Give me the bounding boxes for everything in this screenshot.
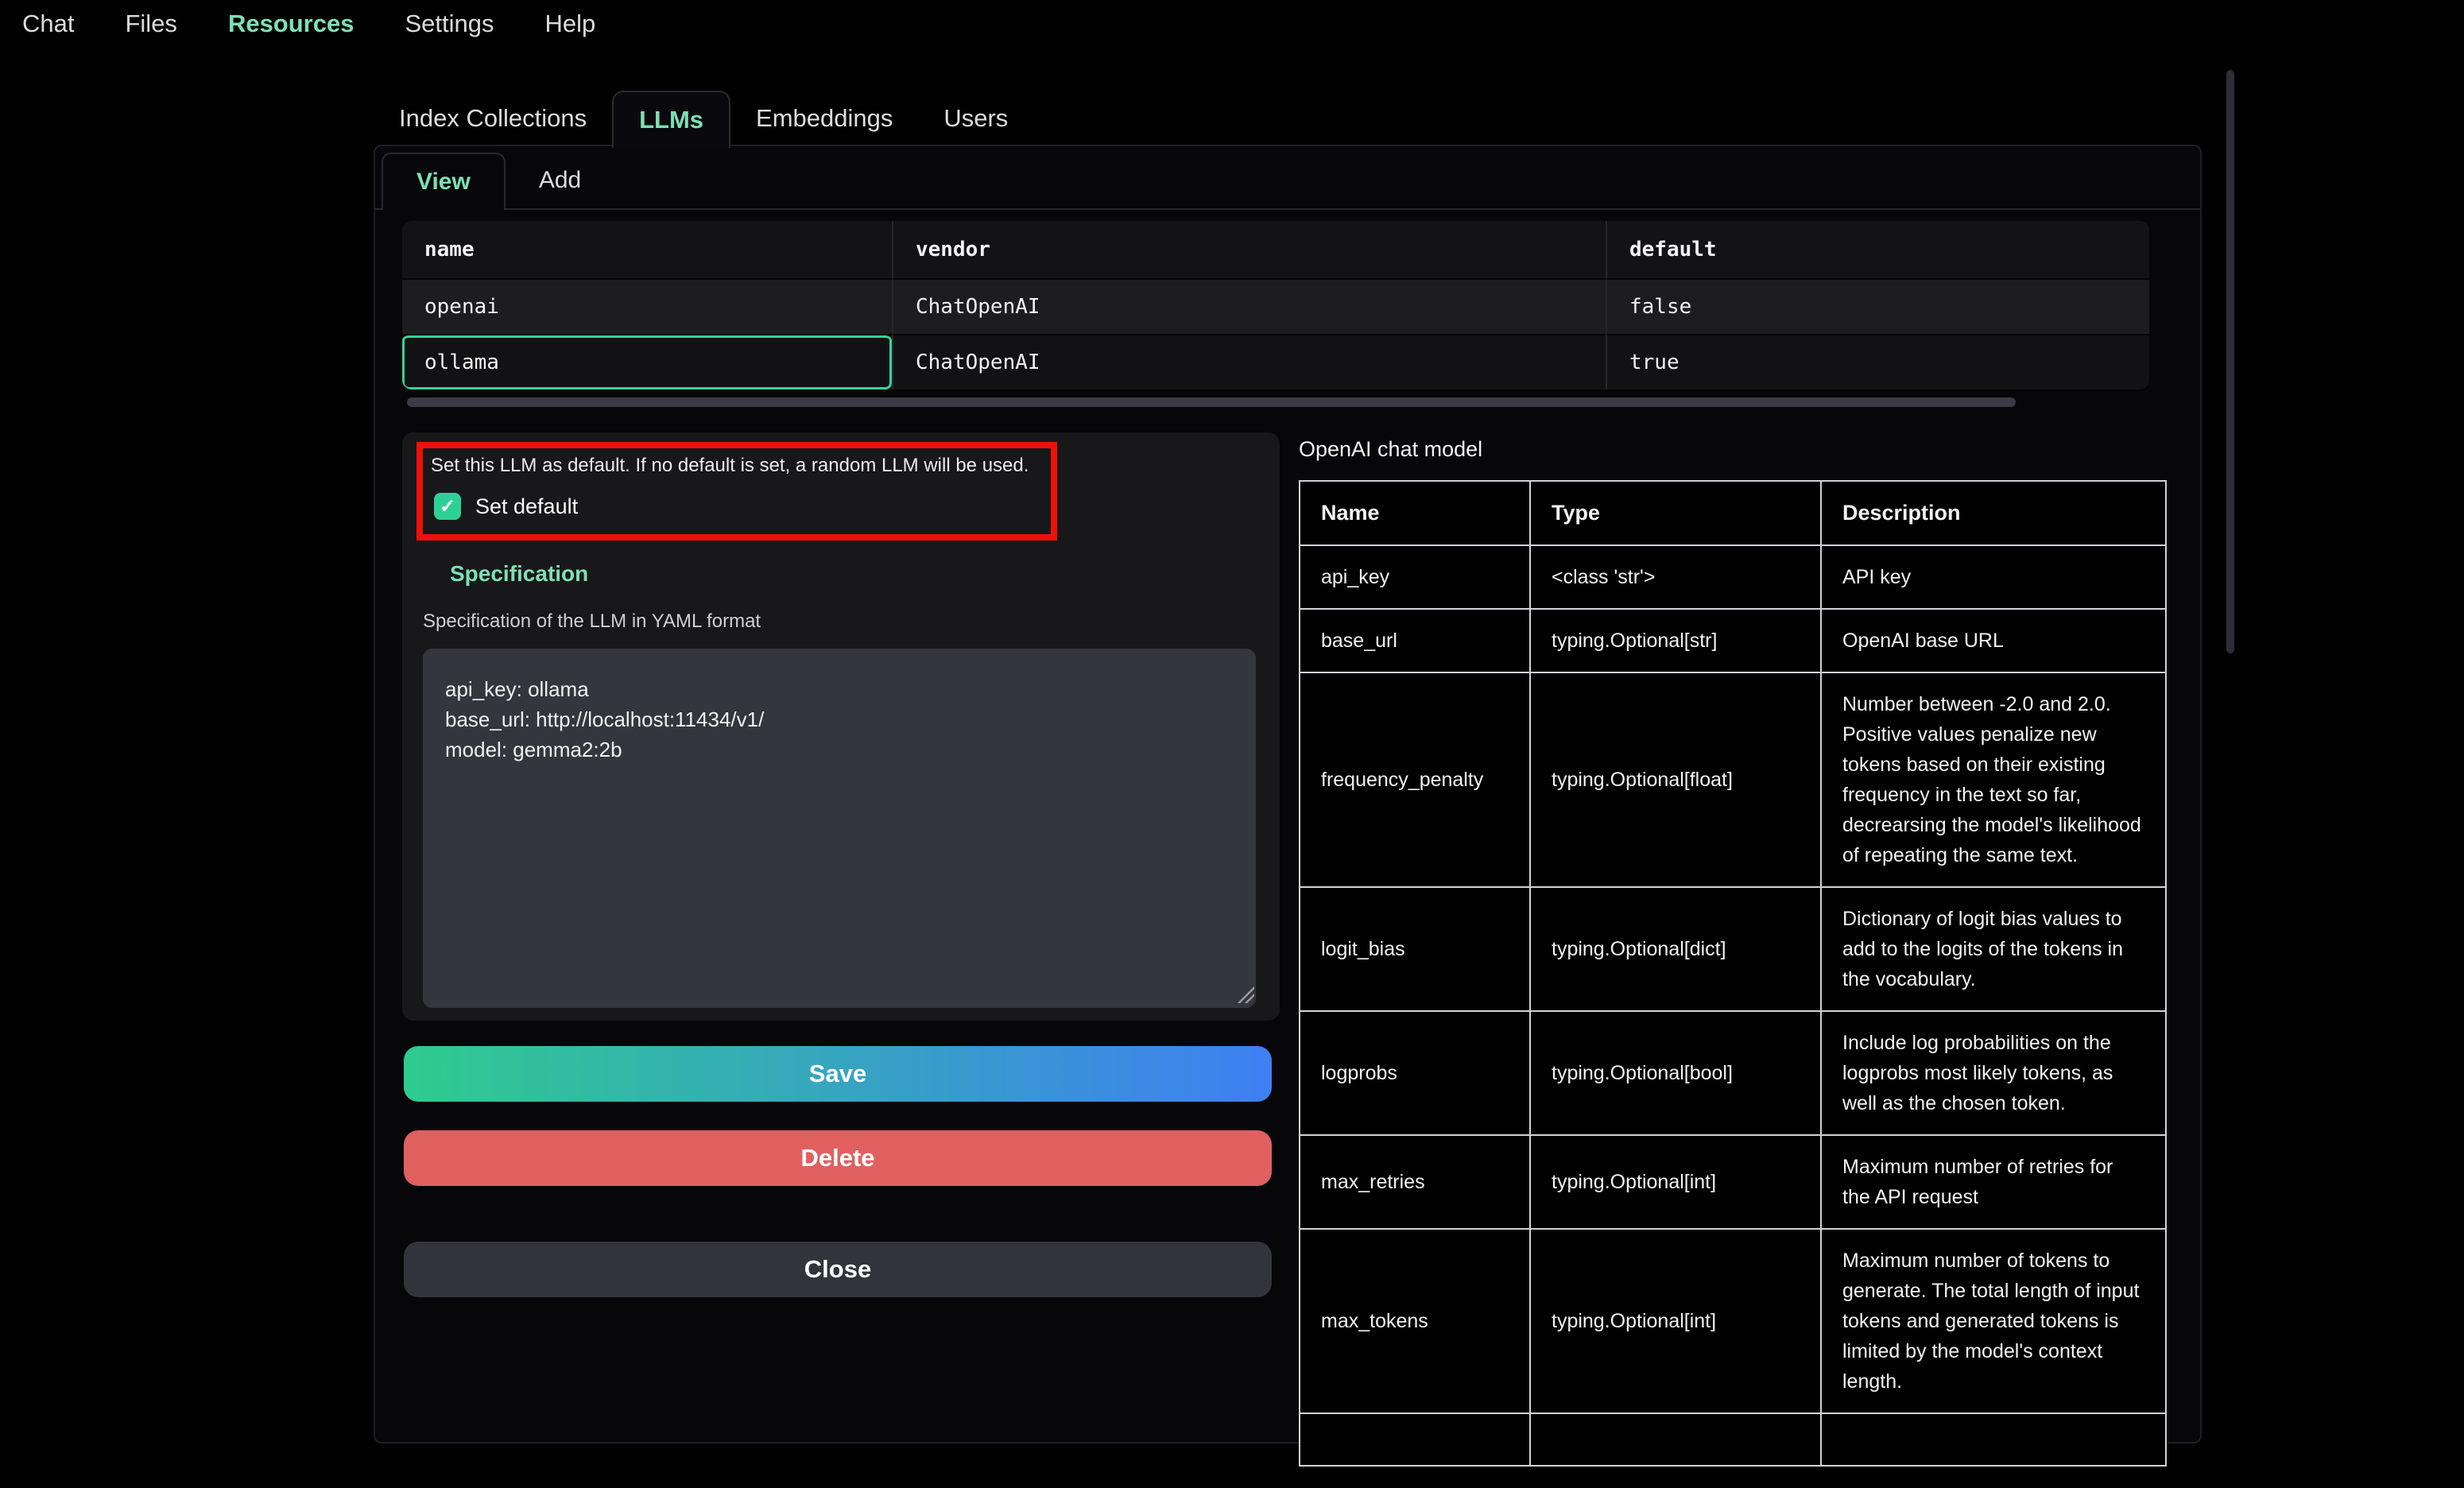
model-schema-table: Name Type Description api_key <class 'st… (1299, 480, 2167, 1467)
schema-cell-name: logprobs (1300, 1011, 1530, 1135)
main-tab-bar: Index Collections LLMs Embeddings Users (374, 91, 1033, 146)
default-note: Set this LLM as default. If no default i… (431, 455, 1035, 477)
set-default-label: Set default (475, 494, 578, 519)
schema-cell-type: typing.Optional[int] (1530, 1229, 1821, 1413)
schema-cell-name: logit_bias (1300, 887, 1530, 1011)
schema-cell-description (1821, 1413, 2166, 1466)
llm-row-ollama-vendor[interactable]: ChatOpenAI (892, 334, 1606, 389)
subtab-view[interactable]: View (382, 153, 506, 210)
llm-row-openai-name[interactable]: openai (402, 278, 892, 334)
tab-embeddings[interactable]: Embeddings (730, 91, 918, 146)
schema-cell-name: max_retries (1300, 1135, 1530, 1229)
horizontal-scrollbar[interactable] (402, 397, 2149, 407)
schema-cell-description: Maximum number of tokens to generate. Th… (1821, 1229, 2166, 1413)
nav-item-help[interactable]: Help (544, 10, 595, 38)
llm-table-header-default: default (1606, 221, 2149, 278)
close-button[interactable]: Close (404, 1242, 1272, 1297)
llm-table: name vendor default openai ChatOpenAI fa… (402, 221, 2149, 389)
llm-row-openai-default[interactable]: false (1606, 278, 2149, 334)
schema-cell-type: typing.Optional[int] (1530, 1135, 1821, 1229)
table-row: frequency_penalty typing.Optional[float]… (1300, 672, 2166, 887)
top-nav: Chat Files Resources Settings Help (22, 10, 595, 38)
default-highlight-box: Set this LLM as default. If no default i… (416, 442, 1057, 541)
schema-cell-name: api_key (1300, 545, 1530, 609)
table-row: api_key <class 'str'> API key (1300, 545, 2166, 609)
schema-cell-description: API key (1821, 545, 2166, 609)
nav-item-resources[interactable]: Resources (228, 10, 354, 38)
save-button[interactable]: Save (404, 1046, 1272, 1102)
schema-cell-type: typing.Optional[str] (1530, 609, 1821, 672)
table-row: logprobs typing.Optional[bool] Include l… (1300, 1011, 2166, 1135)
schema-cell-description: Number between -2.0 and 2.0. Positive va… (1821, 672, 2166, 887)
schema-cell-type (1530, 1413, 1821, 1466)
schema-header-description: Description (1821, 481, 2166, 545)
llm-row-ollama-default[interactable]: true (1606, 334, 2149, 389)
table-row: base_url typing.Optional[str] OpenAI bas… (1300, 609, 2166, 672)
tab-index-collections[interactable]: Index Collections (374, 91, 612, 146)
sub-tab-bar: View Add (375, 153, 2200, 210)
subtab-add[interactable]: Add (506, 153, 614, 208)
set-default-row: ✓ Set default (434, 493, 578, 520)
llm-detail-panel: Set this LLM as default. If no default i… (402, 432, 1280, 1021)
llm-table-header-vendor: vendor (892, 221, 1606, 278)
schema-cell-description: Include log probabilities on the logprob… (1821, 1011, 2166, 1135)
schema-header-name: Name (1300, 481, 1530, 545)
schema-cell-description: OpenAI base URL (1821, 609, 2166, 672)
specification-yaml-input[interactable]: api_key: ollama base_url: http://localho… (423, 649, 1256, 1008)
llm-row-openai-vendor[interactable]: ChatOpenAI (892, 278, 1606, 334)
schema-cell-type: typing.Optional[float] (1530, 672, 1821, 887)
schema-header-type: Type (1530, 481, 1821, 545)
llm-table-header-name: name (402, 221, 892, 278)
schema-cell-type: <class 'str'> (1530, 545, 1821, 609)
schema-cell-type: typing.Optional[dict] (1530, 887, 1821, 1011)
table-row: max_tokens typing.Optional[int] Maximum … (1300, 1229, 2166, 1413)
table-row: max_retries typing.Optional[int] Maximum… (1300, 1135, 2166, 1229)
schema-cell-name: max_tokens (1300, 1229, 1530, 1413)
schema-cell-type: typing.Optional[bool] (1530, 1011, 1821, 1135)
tab-llms[interactable]: LLMs (612, 91, 730, 148)
schema-header-row: Name Type Description (1300, 481, 2166, 545)
nav-item-chat[interactable]: Chat (22, 10, 74, 38)
schema-cell-name: frequency_penalty (1300, 672, 1530, 887)
delete-button[interactable]: Delete (404, 1130, 1272, 1186)
nav-item-settings[interactable]: Settings (405, 10, 494, 38)
horizontal-scrollbar-thumb[interactable] (407, 397, 2016, 407)
specification-subtitle: Specification of the LLM in YAML format (423, 610, 761, 633)
llm-row-ollama-name[interactable]: ollama (402, 334, 892, 389)
nav-item-files[interactable]: Files (125, 10, 176, 38)
tab-users[interactable]: Users (918, 91, 1033, 146)
app-root: { "nav": { "items": [ {"label": "Chat", … (0, 0, 2464, 1488)
schema-cell-name (1300, 1413, 1530, 1466)
specification-heading: Specification (450, 561, 588, 587)
vertical-scrollbar[interactable] (2226, 70, 2234, 653)
table-row: logit_bias typing.Optional[dict] Diction… (1300, 887, 2166, 1011)
schema-cell-name: base_url (1300, 609, 1530, 672)
schema-cell-description: Dictionary of logit bias values to add t… (1821, 887, 2166, 1011)
model-schema-title: OpenAI chat model (1299, 437, 1482, 462)
table-row-partial (1300, 1413, 2166, 1466)
set-default-checkbox[interactable]: ✓ (434, 493, 461, 520)
schema-cell-description: Maximum number of retries for the API re… (1821, 1135, 2166, 1229)
